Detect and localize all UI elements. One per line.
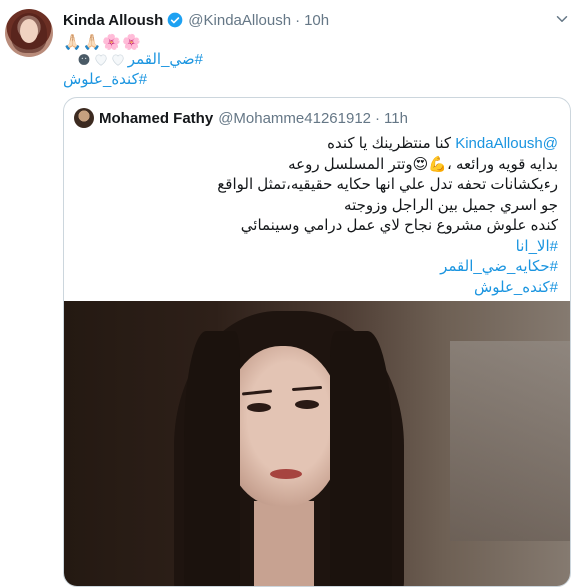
author-handle[interactable]: @KindaAlloush: [188, 12, 291, 29]
separator-dot: ·: [295, 11, 301, 29]
image-face: [224, 346, 342, 506]
hashtag-line-1: #ضي_القمر: [63, 49, 203, 69]
quoted-hashtag-1[interactable]: #الا_انا: [88, 237, 558, 258]
quoted-hashtag-3[interactable]: #كنده_علوش: [88, 278, 558, 299]
quoted-line-1-text: كنا منتظرينك يا كنده: [327, 135, 452, 152]
quoted-line-1: @KindaAlloush كنا منتظرينك يا كنده: [88, 134, 558, 155]
image-hair-right: [330, 331, 392, 586]
image-left-eye: [247, 403, 271, 412]
image-right-eye: [295, 400, 319, 409]
quoted-line-2: بدايه قويه ورائعه ،💪😍وتتر المسلسل روعه: [288, 155, 558, 173]
quoted-separator-dot: ·: [375, 109, 381, 127]
image-hair-left: [184, 331, 240, 586]
quoted-tweet-card[interactable]: Mohamed Fathy @Mohamme41261912 · 11h @Ki…: [63, 97, 571, 587]
quoted-hashtag-2[interactable]: #حكايه_ضي_القمر: [88, 257, 558, 278]
tweet-header: Kinda Alloush @KindaAlloush · 10h: [63, 10, 571, 30]
tweet-time[interactable]: 10h: [304, 12, 329, 29]
quoted-mention[interactable]: @KindaAlloush: [455, 135, 558, 152]
author-name[interactable]: Kinda Alloush: [63, 12, 163, 29]
quoted-tweet-header: Mohamed Fathy @Mohamme41261912 · 11h: [74, 108, 560, 128]
quoted-tweet-image[interactable]: [64, 301, 570, 586]
hashtag-kinda-alloush[interactable]: #كندة_علوش: [63, 70, 147, 88]
image-lips: [270, 469, 302, 479]
image-neck: [254, 501, 314, 586]
image-background-light: [450, 341, 570, 541]
white-heart-icon: [112, 53, 124, 66]
quoted-author-avatar: [74, 108, 94, 128]
author-avatar[interactable]: [5, 9, 53, 57]
verified-badge-icon: [167, 12, 183, 28]
hashtag-dhi-alqamar[interactable]: #ضي_القمر: [128, 50, 203, 68]
caret-down-icon[interactable]: [553, 10, 571, 28]
dark-round-emoji-icon: [78, 53, 90, 65]
quoted-line-5: كنده علوش مشروع نجاح لاي عمل درامي وسينم…: [240, 217, 558, 234]
quoted-line-3: رءيكشانات تحفه تدل علي انها حكايه حقيقيه…: [217, 176, 558, 193]
quoted-author-name: Mohamed Fathy: [99, 109, 214, 127]
quoted-tweet-text: @KindaAlloush كنا منتظرينك يا كنده بدايه…: [88, 134, 558, 298]
white-heart-icon: [95, 53, 107, 66]
quoted-tweet-time: 11h: [384, 109, 408, 127]
avatar-face: [20, 19, 38, 43]
quoted-line-4: جو اسري جميل بين الراجل وزوجته: [344, 196, 558, 214]
quoted-author-handle: @Mohamme41261912: [218, 109, 372, 127]
